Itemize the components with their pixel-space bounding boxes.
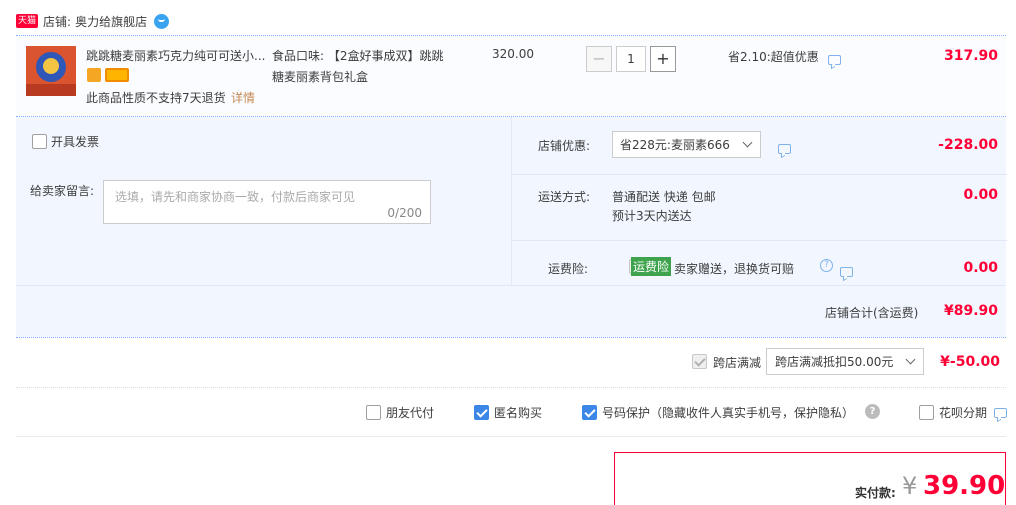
insurance-message-icon[interactable] — [839, 267, 853, 277]
shop-label: 店铺: — [43, 14, 72, 29]
pay-summary-box: 实付款: ¥ 39.90 — [614, 452, 1006, 505]
pay-label: 实付款: — [855, 486, 896, 500]
total-row-border — [16, 285, 1006, 286]
right-section: 店铺优惠: 省228元:麦丽素666 -228.00 运送方式: 普通配送 快递… — [511, 117, 1007, 285]
huabei-checkbox[interactable] — [919, 405, 934, 420]
options-top-border — [16, 387, 1006, 388]
qty-minus-button[interactable]: − — [586, 46, 612, 72]
help-icon[interactable]: ? — [820, 259, 833, 272]
cross-store-amount: ¥-50.00 — [940, 354, 1000, 370]
order-panel: 开具发票 给卖家留言: 选填，请先和商家协商一致，付款后商家可见 0/200 店… — [16, 117, 1007, 337]
option-anonymous[interactable]: 匿名购买 — [474, 404, 542, 421]
item-title[interactable]: 跳跳糖麦丽素巧克力纯可可送小... — [86, 47, 266, 64]
panel-bottom-border — [16, 337, 1006, 338]
invoice-checkbox[interactable] — [32, 134, 47, 149]
product-thumbnail[interactable] — [26, 46, 76, 96]
unit-price: 320.00 — [492, 47, 534, 61]
friend-pay-checkbox[interactable] — [366, 405, 381, 420]
shipping-row-border — [512, 174, 1007, 175]
shop-discount-amount: -228.00 — [938, 137, 998, 153]
shipping-eta: 预计3天内送达 — [612, 209, 692, 223]
anonymous-checkbox[interactable] — [474, 405, 489, 420]
pay-currency: ¥ — [902, 472, 918, 500]
insurance-desc: 卖家赠送，退换货可赔 — [674, 262, 795, 276]
discount-message-icon[interactable] — [778, 144, 791, 154]
message-counter: 0/200 — [387, 206, 422, 220]
cross-store-label: 跨店满减 — [713, 356, 762, 370]
shop-total-amount: ¥89.90 — [943, 303, 998, 319]
invoice-option[interactable]: 开具发票 — [32, 133, 99, 150]
shop-discount-select[interactable]: 省228元:麦丽素666 — [612, 131, 761, 158]
item-row: 跳跳糖麦丽素巧克力纯可可送小... 此商品性质不支持7天退货 详情 食品口味: … — [16, 36, 1006, 116]
question-icon[interactable]: ? — [865, 404, 880, 419]
detail-link[interactable]: 详情 — [231, 89, 255, 106]
shop-discount-label: 店铺优惠: — [538, 139, 591, 153]
no-return-notice: 此商品性质不支持7天退货 — [86, 91, 226, 105]
options-bottom-border — [16, 436, 1006, 437]
service-icon-a — [87, 68, 101, 82]
option-huabei[interactable]: 花呗分期 — [919, 404, 1008, 421]
tmall-badge: 天猫 — [16, 14, 39, 28]
shipping-amount: 0.00 — [963, 187, 998, 203]
pay-amount: 39.90 — [923, 471, 1006, 501]
qty-plus-button[interactable]: + — [650, 46, 676, 72]
shop-total-label: 店铺合计(含运费) — [825, 306, 919, 320]
shipping-method: 普通配送 快递 包邮 — [612, 190, 716, 204]
chevron-down-icon — [905, 354, 916, 365]
cross-store-value: 跨店满减抵扣50.00元 — [775, 355, 894, 369]
friend-pay-label: 朋友代付 — [386, 406, 435, 420]
cross-store-checkbox — [692, 354, 707, 369]
shop-header: 天猫 店铺: 奥力给旗舰店 — [16, 12, 170, 30]
number-protect-checkbox[interactable] — [582, 405, 597, 420]
item-attr-line1: 食品口味: 【2盒好事成双】跳跳 — [272, 49, 444, 63]
shipping-label: 运送方式: — [538, 190, 591, 204]
option-number-protect[interactable]: 号码保护（隐藏收件人真实手机号，保护隐私） — [582, 404, 854, 421]
option-friend-pay[interactable]: 朋友代付 — [366, 404, 434, 421]
quantity-stepper: − 1 + — [586, 46, 676, 72]
cross-store-select[interactable]: 跨店满减抵扣50.00元 — [766, 348, 924, 375]
qty-input[interactable]: 1 — [616, 46, 646, 72]
shop-name[interactable]: 奥力给旗舰店 — [75, 13, 147, 30]
insurance-label: 运费险: — [548, 262, 589, 276]
wangwang-icon[interactable] — [154, 13, 170, 29]
insurance-amount: 0.00 — [963, 260, 998, 276]
number-protect-label: 号码保护（隐藏收件人真实手机号，保护隐私） — [602, 406, 855, 420]
chevron-down-icon — [742, 137, 753, 148]
item-subtotal: 317.90 — [943, 48, 998, 64]
insurance-badge: 运费险 — [631, 257, 672, 276]
shop-discount-value: 省228元:麦丽素666 — [620, 138, 730, 152]
message-placeholder: 选填，请先和商家协商一致，付款后商家可见 — [115, 190, 356, 204]
promo-message-icon[interactable] — [828, 55, 841, 65]
huabei-message-icon[interactable] — [994, 407, 1008, 418]
item-attr-line2: 糖麦丽素背包礼盒 — [272, 70, 369, 84]
message-label: 给卖家留言: — [30, 184, 95, 198]
insurance-row-border — [512, 240, 1007, 241]
message-field[interactable]: 选填，请先和商家协商一致，付款后商家可见 0/200 — [103, 180, 431, 224]
huabei-label: 花呗分期 — [939, 406, 988, 420]
invoice-label: 开具发票 — [51, 135, 100, 149]
anonymous-label: 匿名购买 — [494, 406, 543, 420]
item-promo: 省2.10:超值优惠 — [728, 50, 819, 64]
service-icon-b — [105, 68, 129, 82]
